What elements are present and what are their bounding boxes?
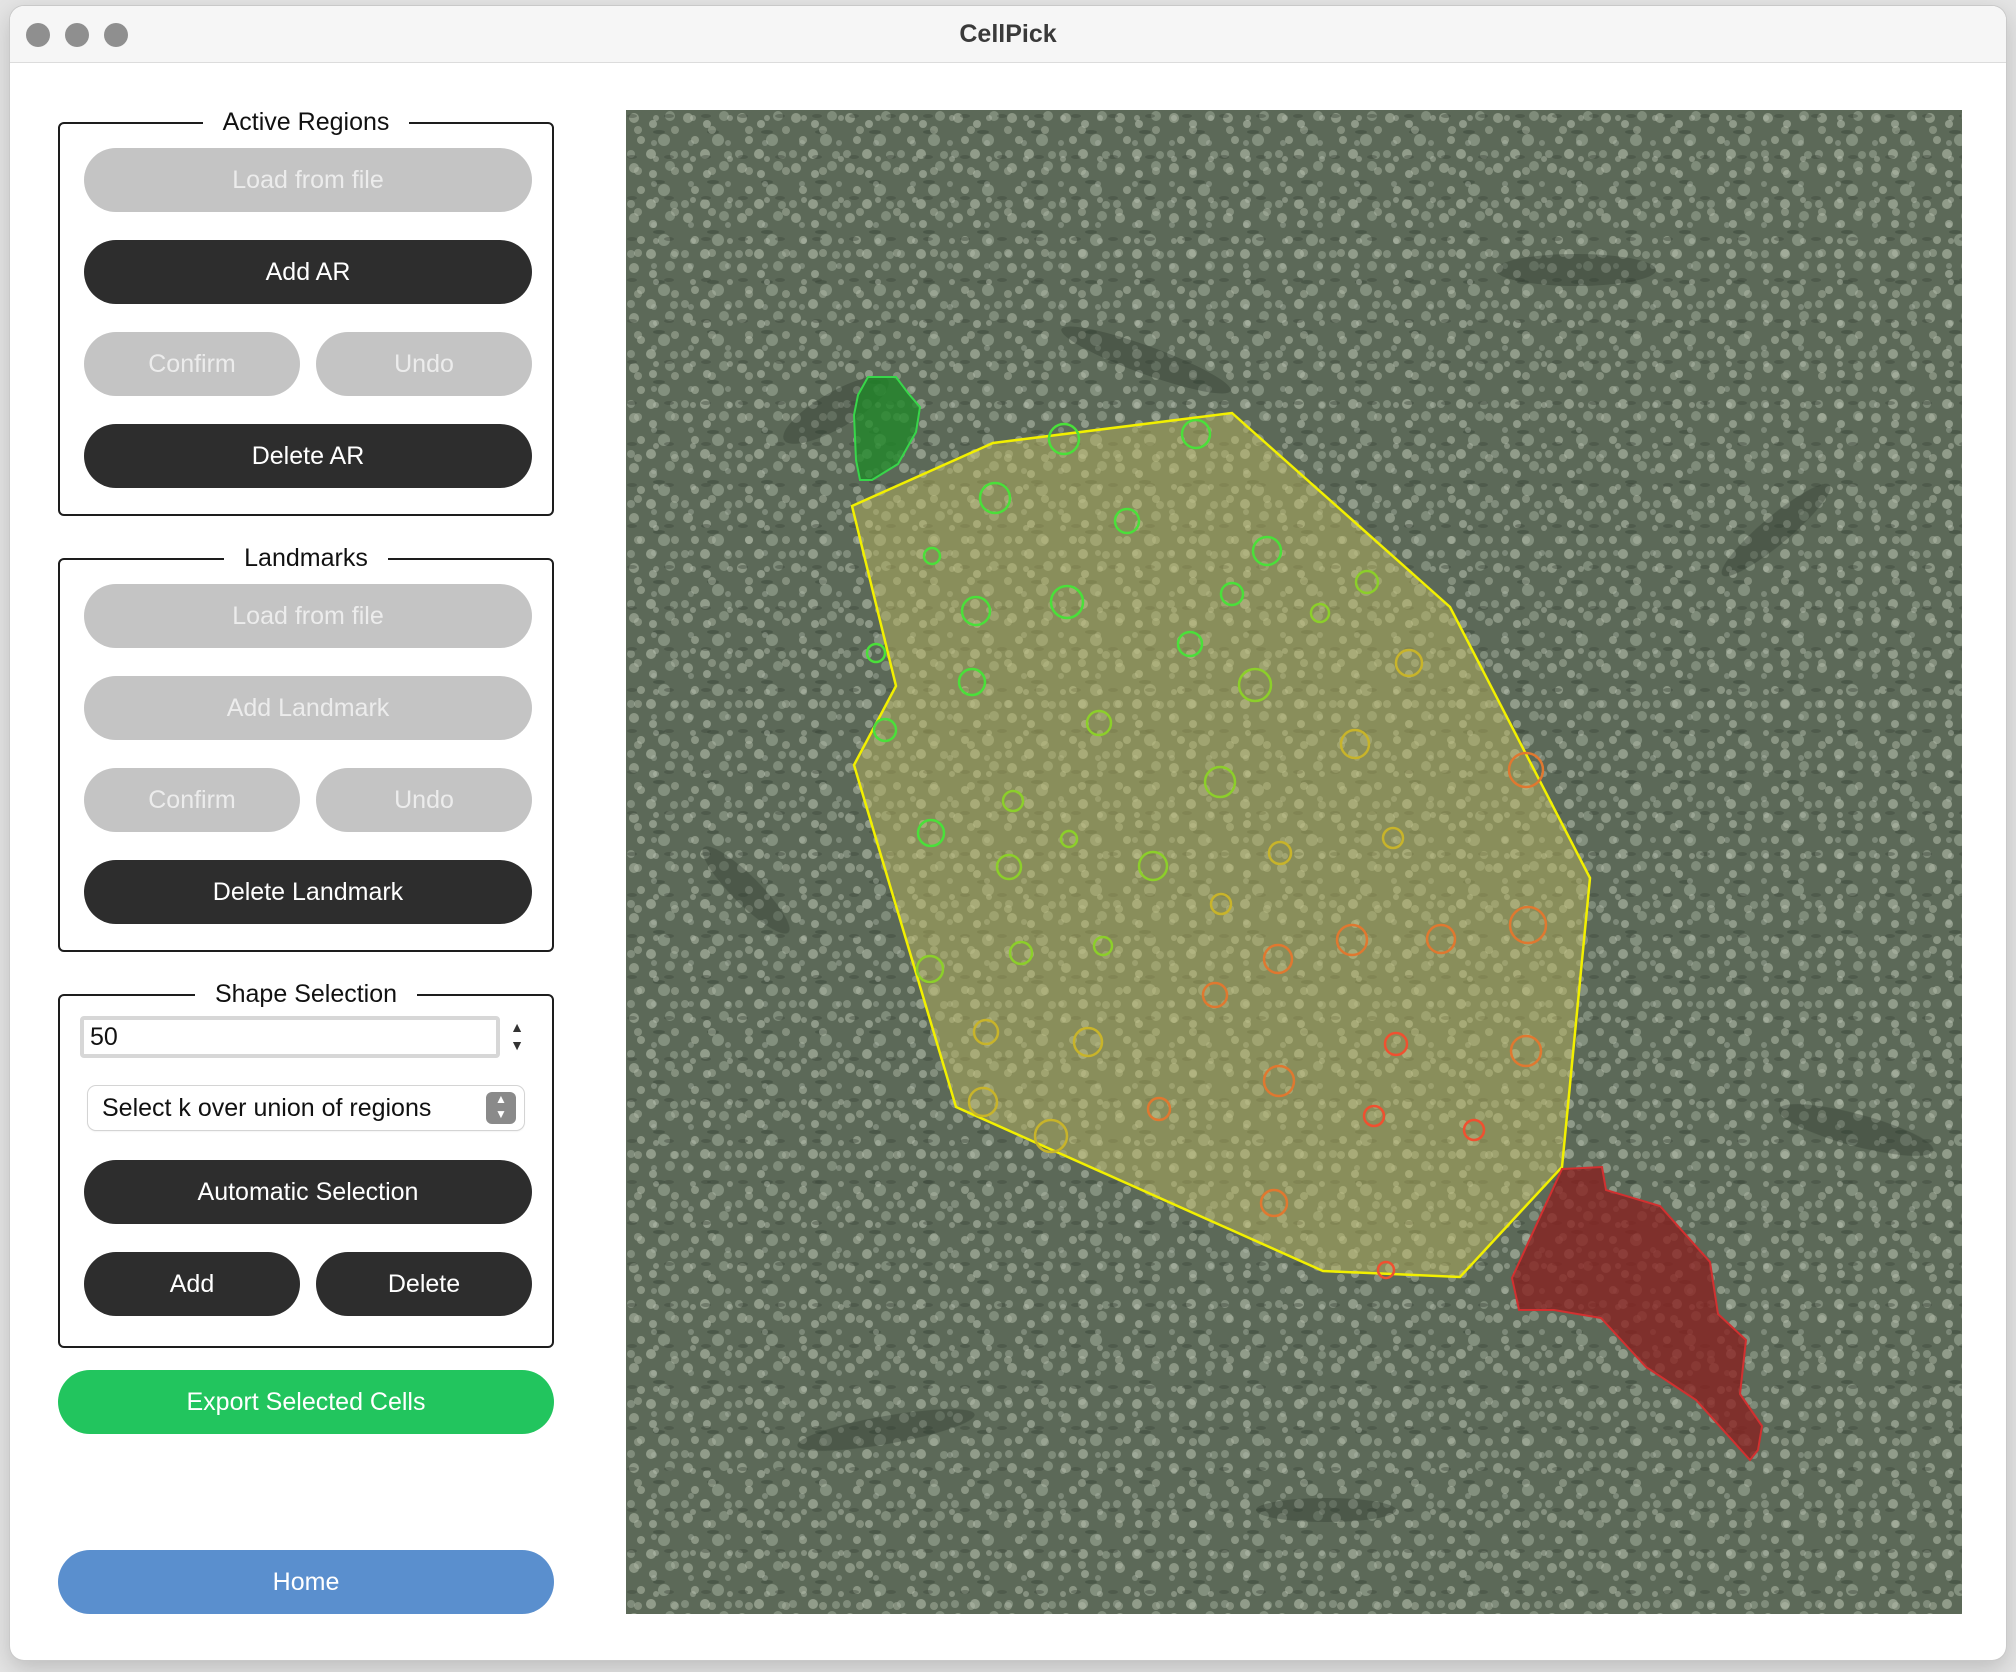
confirm-landmark-button[interactable]: Confirm [84, 768, 300, 832]
app-window: CellPick Active Regions Load from file A… [10, 6, 2006, 1660]
load-landmarks-from-file-button[interactable]: Load from file [84, 584, 532, 648]
selection-mode-value: Select k over union of regions [102, 1094, 432, 1122]
k-stepper[interactable]: ▲ ▼ [506, 1018, 528, 1058]
k-value-input[interactable] [84, 1020, 496, 1054]
add-ar-button[interactable]: Add AR [84, 240, 532, 304]
k-value-spinbox[interactable] [80, 1016, 500, 1058]
chevron-up-icon[interactable]: ▲ [506, 1018, 528, 1036]
selection-mode-select[interactable]: Select k over union of regions ▲ ▼ [88, 1086, 524, 1130]
landmarks-panel: Landmarks Load from file Add Landmark Co… [58, 544, 554, 952]
add-landmark-button[interactable]: Add Landmark [84, 676, 532, 740]
window-title: CellPick [959, 20, 1057, 48]
automatic-selection-button[interactable]: Automatic Selection [84, 1160, 532, 1224]
confirm-ar-button[interactable]: Confirm [84, 332, 300, 396]
add-selection-button[interactable]: Add [84, 1252, 300, 1316]
chevron-down-icon[interactable]: ▼ [506, 1036, 528, 1054]
tissue-image-viewer[interactable] [626, 110, 1962, 1614]
home-button[interactable]: Home [58, 1550, 554, 1614]
active-regions-panel: Active Regions Load from file Add AR Con… [58, 108, 554, 516]
delete-selection-button[interactable]: Delete [316, 1252, 532, 1316]
shape-selection-panel: Shape Selection ▲ ▼ Select k over union … [58, 980, 554, 1348]
landmarks-title: Landmarks [224, 544, 388, 572]
shape-selection-title: Shape Selection [194, 980, 418, 1008]
delete-ar-button[interactable]: Delete AR [84, 424, 532, 488]
undo-landmark-button[interactable]: Undo [316, 768, 532, 832]
title-bar: CellPick [10, 6, 2006, 63]
updown-chevron-icon: ▲ ▼ [486, 1092, 516, 1124]
delete-landmark-button[interactable]: Delete Landmark [84, 860, 532, 924]
export-selected-cells-button[interactable]: Export Selected Cells [58, 1370, 554, 1434]
active-regions-title: Active Regions [202, 108, 410, 136]
load-ar-from-file-button[interactable]: Load from file [84, 148, 532, 212]
tissue-image-canvas[interactable] [626, 110, 1962, 1614]
undo-ar-button[interactable]: Undo [316, 332, 532, 396]
